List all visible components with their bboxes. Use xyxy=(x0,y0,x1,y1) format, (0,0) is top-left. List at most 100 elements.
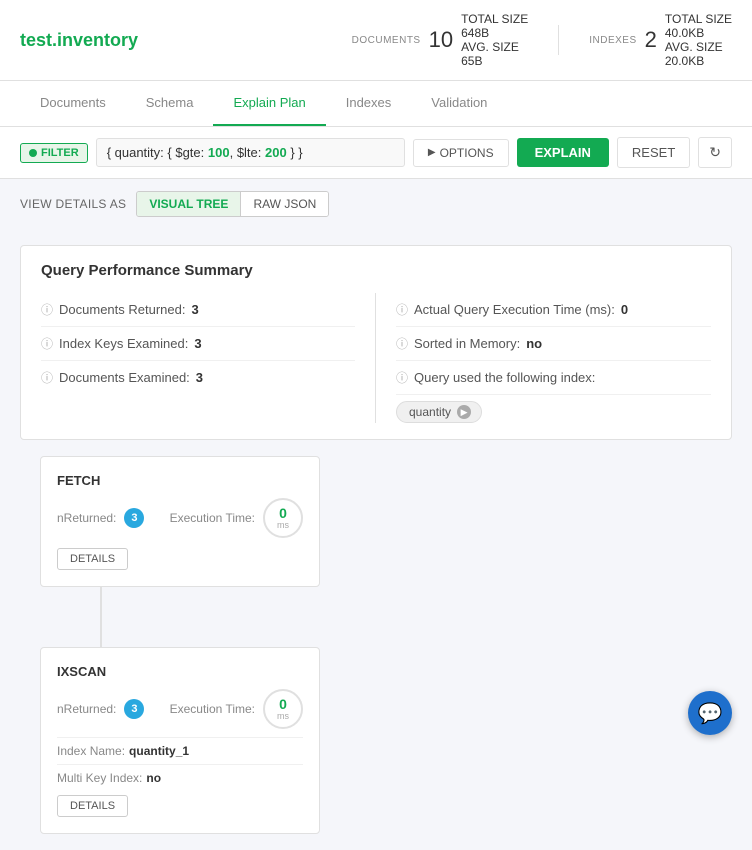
ixscan-divider-1 xyxy=(57,737,303,738)
tab-validation[interactable]: Validation xyxy=(411,81,507,126)
docs-returned-value: 3 xyxy=(191,302,198,317)
perf-row-exec-time: ⓘ Actual Query Execution Time (ms): 0 xyxy=(396,293,711,327)
chat-icon: 💬 xyxy=(698,701,723,726)
indexes-value: 2 xyxy=(645,27,657,53)
index-tag[interactable]: quantity ▶ xyxy=(396,401,482,423)
info-icon-docs-examined: ⓘ xyxy=(41,369,53,386)
view-toggle-label: VIEW DETAILS AS xyxy=(20,197,126,211)
fetch-nreturned: nReturned: 3 xyxy=(57,508,144,528)
info-icon-exec-time: ⓘ xyxy=(396,301,408,318)
perf-row-index-used: ⓘ Query used the following index: xyxy=(396,361,711,395)
total-size-value: 648B xyxy=(461,26,528,40)
documents-value: 10 xyxy=(429,27,453,53)
ixscan-index-name-value: quantity_1 xyxy=(129,744,189,758)
fetch-exectime-value: 0 xyxy=(279,506,287,520)
perf-right-column: ⓘ Actual Query Execution Time (ms): 0 ⓘ … xyxy=(376,293,711,423)
index-used-label: Query used the following index: xyxy=(414,370,595,385)
info-icon-docs-returned: ⓘ xyxy=(41,301,53,318)
fetch-exectime: Execution Time: 0 ms xyxy=(170,498,303,538)
explain-button[interactable]: EXPLAIN xyxy=(517,138,609,167)
ixscan-exectime-label: Execution Time: xyxy=(170,702,255,716)
stat-divider xyxy=(558,25,559,55)
app-logo: test.inventory xyxy=(20,30,138,51)
fetch-stage-title: FETCH xyxy=(57,473,303,488)
filter-query[interactable]: { quantity: { $gte: 100, $lte: 200 } } xyxy=(96,138,405,167)
fetch-details-button[interactable]: DETAILS xyxy=(57,548,128,570)
index-keys-label: Index Keys Examined: xyxy=(59,336,188,351)
ixscan-nreturned: nReturned: 3 xyxy=(57,699,144,719)
nav-tabs: Documents Schema Explain Plan Indexes Va… xyxy=(0,81,752,127)
logo-suffix: .inventory xyxy=(52,30,138,50)
ixscan-details-button[interactable]: DETAILS xyxy=(57,795,128,817)
header: test.inventory DOCUMENTS 10 TOTAL SIZE 6… xyxy=(0,0,752,81)
indexes-total-size-value: 40.0KB xyxy=(665,26,732,40)
indexes-avg-size-label: AVG. SIZE xyxy=(665,40,732,54)
ixscan-multikey-value: no xyxy=(146,771,161,785)
docs-returned-label: Documents Returned: xyxy=(59,302,185,317)
total-size-label: TOTAL SIZE xyxy=(461,12,528,26)
ixscan-multikey-row: Multi Key Index: no xyxy=(57,771,303,785)
fetch-exectime-label: Execution Time: xyxy=(170,511,255,525)
ixscan-multikey-label: Multi Key Index: xyxy=(57,771,142,785)
main-content: Query Performance Summary ⓘ Documents Re… xyxy=(0,229,752,850)
fetch-nreturned-value: 3 xyxy=(124,508,144,528)
raw-json-button[interactable]: RAW JSON xyxy=(241,192,328,216)
ixscan-details-container: DETAILS xyxy=(57,795,303,817)
options-button[interactable]: ▶ OPTIONS xyxy=(413,139,509,167)
indexes-size-stats: TOTAL SIZE 40.0KB AVG. SIZE 20.0KB xyxy=(665,12,732,68)
fetch-nreturned-label: nReturned: xyxy=(57,511,116,525)
index-arrow-icon: ▶ xyxy=(457,405,471,419)
ixscan-nreturned-label: nReturned: xyxy=(57,702,116,716)
docs-examined-value: 3 xyxy=(196,370,203,385)
toolbar: FILTER { quantity: { $gte: 100, $lte: 20… xyxy=(0,127,752,179)
ixscan-index-name-label: Index Name: xyxy=(57,744,125,758)
tab-documents[interactable]: Documents xyxy=(20,81,126,126)
ixscan-exectime-value: 0 xyxy=(279,697,287,711)
avg-size-value: 65B xyxy=(461,54,528,68)
fetch-stage: FETCH nReturned: 3 Execution Time: 0 ms … xyxy=(40,456,320,587)
view-btn-group: VISUAL TREE RAW JSON xyxy=(136,191,329,217)
tree-connector xyxy=(100,587,102,647)
options-label: OPTIONS xyxy=(440,146,494,160)
reset-button[interactable]: RESET xyxy=(617,137,690,168)
indexes-avg-size-value: 20.0KB xyxy=(665,54,732,68)
filter-label: FILTER xyxy=(41,147,79,159)
view-toggle: VIEW DETAILS AS VISUAL TREE RAW JSON xyxy=(0,179,752,229)
avg-size-label: AVG. SIZE xyxy=(461,40,528,54)
performance-grid: ⓘ Documents Returned: 3 ⓘ Index Keys Exa… xyxy=(41,293,711,423)
index-tag-name: quantity xyxy=(409,405,451,419)
visual-tree-button[interactable]: VISUAL TREE xyxy=(137,192,241,216)
info-icon-index-keys: ⓘ xyxy=(41,335,53,352)
tab-indexes[interactable]: Indexes xyxy=(326,81,412,126)
ixscan-exectime: Execution Time: 0 ms xyxy=(170,689,303,729)
index-keys-value: 3 xyxy=(194,336,201,351)
chat-bubble[interactable]: 💬 xyxy=(688,691,732,735)
options-arrow-icon: ▶ xyxy=(428,147,436,158)
performance-summary-title: Query Performance Summary xyxy=(41,262,711,279)
sorted-label: Sorted in Memory: xyxy=(414,336,520,351)
fetch-exectime-unit: ms xyxy=(277,520,289,530)
performance-summary: Query Performance Summary ⓘ Documents Re… xyxy=(20,245,732,440)
info-icon-index-used: ⓘ xyxy=(396,369,408,386)
ixscan-exectime-unit: ms xyxy=(277,711,289,721)
refresh-button[interactable]: ↻ xyxy=(698,137,732,168)
tab-schema[interactable]: Schema xyxy=(126,81,214,126)
ixscan-divider-2 xyxy=(57,764,303,765)
indexes-total-size-label: TOTAL SIZE xyxy=(665,12,732,26)
tab-explain-plan[interactable]: Explain Plan xyxy=(213,81,325,126)
filter-badge: FILTER xyxy=(20,143,88,163)
indexes-stat: INDEXES 2 TOTAL SIZE 40.0KB AVG. SIZE 20… xyxy=(589,12,732,68)
ixscan-index-name-row: Index Name: quantity_1 xyxy=(57,744,303,758)
info-icon-sorted: ⓘ xyxy=(396,335,408,352)
header-stats: DOCUMENTS 10 TOTAL SIZE 648B AVG. SIZE 6… xyxy=(352,12,732,68)
perf-row-sorted-memory: ⓘ Sorted in Memory: no xyxy=(396,327,711,361)
execution-tree: FETCH nReturned: 3 Execution Time: 0 ms … xyxy=(20,456,732,834)
documents-size-stats: TOTAL SIZE 648B AVG. SIZE 65B xyxy=(461,12,528,68)
ixscan-nreturned-value: 3 xyxy=(124,699,144,719)
sorted-value: no xyxy=(526,336,542,351)
fetch-stage-metrics: nReturned: 3 Execution Time: 0 ms xyxy=(57,498,303,538)
ixscan-stage-metrics: nReturned: 3 Execution Time: 0 ms xyxy=(57,689,303,729)
perf-left-column: ⓘ Documents Returned: 3 ⓘ Index Keys Exa… xyxy=(41,293,376,423)
perf-row-docs-examined: ⓘ Documents Examined: 3 xyxy=(41,361,355,394)
ixscan-stage-title: IXSCAN xyxy=(57,664,303,679)
